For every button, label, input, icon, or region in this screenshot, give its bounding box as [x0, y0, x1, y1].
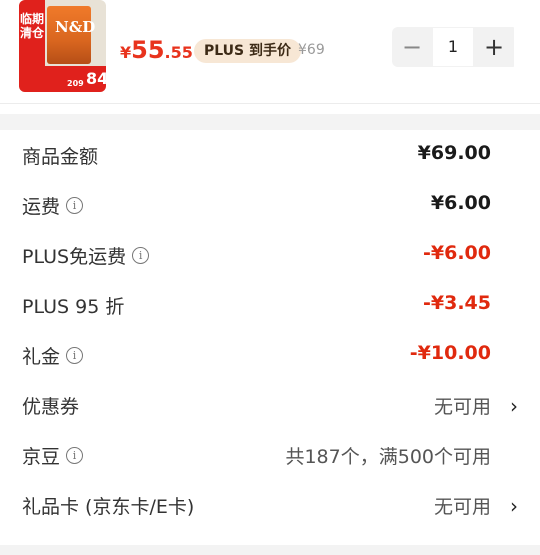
section-divider: [0, 114, 540, 130]
shipping-label: 运费: [22, 196, 61, 218]
plus-free-shipping-label: PLUS免运费: [22, 246, 127, 268]
gift-money-value: -¥10.00: [409, 342, 491, 364]
brand-logo: N&D: [55, 18, 96, 36]
original-price: ¥69: [298, 42, 325, 58]
product-thumbnail[interactable]: 临期清仓 N&D 209 84: [19, 0, 106, 92]
plus-free-shipping-value: -¥6.00: [423, 242, 491, 264]
thumb-price-strip: 209 84: [45, 66, 106, 92]
coupon-value: 无可用: [433, 396, 491, 418]
quantity-stepper: − 1 +: [392, 27, 518, 67]
row-goods-amount: 商品金额 ¥69.00: [0, 130, 540, 180]
clearance-banner: 临期清仓: [19, 0, 45, 92]
quantity-input[interactable]: 1: [432, 27, 474, 67]
goods-amount-label: 商品金额: [22, 146, 99, 168]
gift-card-label: 礼品卡 (京东卡/E卡): [22, 496, 195, 518]
thumb-price-small: 209: [67, 79, 84, 88]
chevron-right-icon[interactable]: ›: [510, 394, 518, 418]
plus-discount-value: -¥3.45: [423, 292, 491, 314]
row-gift-money: 礼金 i -¥10.00: [0, 330, 540, 380]
row-shipping: 运费 i ¥6.00: [0, 180, 540, 230]
chevron-right-icon[interactable]: ›: [510, 494, 518, 518]
product-bag-image: N&D: [47, 6, 95, 64]
row-gift-card[interactable]: 礼品卡 (京东卡/E卡) 无可用 ›: [0, 480, 540, 530]
gift-money-label: 礼金: [22, 346, 61, 368]
jd-beans-label: 京豆: [22, 446, 61, 468]
product-summary: 临期清仓 N&D 209 84 ¥55.55 PLUS 到手价 ¥69 − 1 …: [0, 0, 540, 104]
price-integer: 55: [131, 36, 165, 64]
row-jd-beans: 京豆 i 共187个，满500个可用: [0, 430, 540, 480]
gift-card-value: 无可用: [433, 496, 491, 518]
increment-button[interactable]: +: [474, 27, 514, 67]
goods-amount-value: ¥69.00: [417, 142, 491, 164]
info-icon[interactable]: i: [66, 197, 84, 214]
row-plus-free-shipping: PLUS免运费 i -¥6.00: [0, 230, 540, 280]
price-currency: ¥: [120, 43, 132, 62]
shipping-value: ¥6.00: [430, 192, 491, 214]
jd-beans-value: 共187个，满500个可用: [285, 446, 491, 468]
info-icon[interactable]: i: [66, 447, 84, 464]
info-icon[interactable]: i: [66, 347, 84, 364]
current-price: ¥55.55: [120, 36, 193, 64]
bottom-divider: [0, 545, 540, 555]
row-plus-discount: PLUS 95 折 -¥3.45: [0, 280, 540, 330]
plus-price-tag: PLUS 到手价: [194, 39, 302, 63]
price-breakdown: 商品金额 ¥69.00 运费 i ¥6.00 PLUS免运费 i -¥6.00 PL…: [0, 130, 540, 530]
decrement-button[interactable]: −: [392, 27, 432, 67]
plus-discount-label: PLUS 95 折: [22, 296, 125, 318]
info-icon[interactable]: i: [132, 247, 150, 264]
price-decimal: .55: [164, 43, 193, 62]
coupon-label: 优惠券: [22, 396, 80, 418]
row-coupon[interactable]: 优惠券 无可用 ›: [0, 380, 540, 430]
thumb-price-big: 84: [86, 69, 106, 88]
